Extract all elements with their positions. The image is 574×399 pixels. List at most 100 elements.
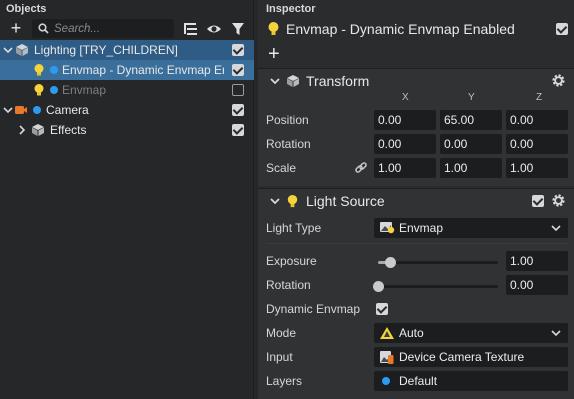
enable-checkbox[interactable] <box>232 104 244 116</box>
tree-row-envmap-dynamic[interactable]: Envmap - Dynamic Envmap Ena <box>0 60 254 80</box>
enable-checkbox[interactable] <box>232 64 244 76</box>
light-source-header[interactable]: Light Source <box>258 188 574 212</box>
status-dot <box>33 106 41 114</box>
tree-row-camera[interactable]: Camera <box>0 100 254 120</box>
expand-arrow-icon[interactable] <box>3 45 13 55</box>
visibility-eye-icon[interactable] <box>206 21 222 37</box>
layers-value: Default <box>399 374 438 388</box>
position-label: Position <box>266 113 309 127</box>
axis-x-label: X <box>402 92 409 103</box>
enable-checkbox[interactable] <box>232 44 244 56</box>
device-camera-texture-icon <box>380 351 394 364</box>
position-y-field[interactable]: 65.00 <box>440 110 502 130</box>
tree-row-envmap[interactable]: Envmap <box>0 80 254 100</box>
layers-row: Layers Default <box>258 369 574 393</box>
chevron-down-icon <box>551 330 561 337</box>
chevron-down-icon[interactable] <box>270 77 280 85</box>
objects-toolbar: + <box>0 18 254 40</box>
layers-field[interactable]: Default <box>374 371 568 391</box>
tree-row-lighting[interactable]: Lighting [TRY_CHILDREN] <box>0 40 254 60</box>
mode-row: Mode Auto <box>258 321 574 345</box>
chevron-down-icon[interactable] <box>270 197 280 205</box>
transform-cube-icon <box>287 75 299 87</box>
position-row: Position 0.00 65.00 0.00 <box>258 108 574 132</box>
chevron-down-icon <box>551 225 561 232</box>
rotation-x-field[interactable]: 0.00 <box>374 134 436 154</box>
filter-funnel-icon[interactable] <box>230 21 246 37</box>
light-type-value: Envmap <box>399 221 444 235</box>
add-component-button[interactable]: + <box>268 44 280 64</box>
objects-panel-title: Objects <box>6 3 47 15</box>
exposure-label: Exposure <box>266 254 317 268</box>
search-icon <box>38 23 49 34</box>
tree-row-label: Envmap <box>62 83 107 97</box>
tree-row-label: Camera <box>46 103 89 117</box>
rotation-light-field[interactable]: 0.00 <box>506 275 568 295</box>
gear-icon[interactable] <box>551 193 566 208</box>
envmap-icon <box>380 222 395 234</box>
input-label: Input <box>266 350 293 364</box>
dynamic-envmap-row: Dynamic Envmap <box>258 297 574 321</box>
position-x-field[interactable]: 0.00 <box>374 110 436 130</box>
transform-header[interactable]: Transform <box>258 68 574 92</box>
tree-row-label: Effects <box>50 123 87 137</box>
object-search-box[interactable] <box>32 19 174 38</box>
rotation-row: Rotation 0.00 0.00 0.00 <box>258 132 574 156</box>
input-row: Input Device Camera Texture <box>258 345 574 369</box>
rotation-slider-knob[interactable] <box>373 281 384 292</box>
enable-checkbox[interactable] <box>232 84 244 96</box>
auto-mode-icon <box>380 327 394 339</box>
mode-dropdown[interactable]: Auto <box>374 323 568 343</box>
light-source-section: Light Source Light Type Envmap Exposure … <box>258 188 574 399</box>
light-source-title: Light Source <box>306 193 385 209</box>
enable-checkbox[interactable] <box>232 124 244 136</box>
dynamic-envmap-checkbox[interactable] <box>376 303 388 315</box>
axis-header: X Y Z <box>258 92 574 106</box>
input-texture-field[interactable]: Device Camera Texture <box>374 347 568 367</box>
rotation-y-field[interactable]: 0.00 <box>440 134 502 154</box>
expand-arrow-icon[interactable] <box>3 105 13 115</box>
exposure-field[interactable]: 1.00 <box>506 251 568 271</box>
scale-label: Scale <box>266 161 297 175</box>
inspector-panel: Inspector Envmap - Dynamic Envmap Enable… <box>258 0 574 399</box>
mode-value: Auto <box>399 326 424 340</box>
rotation-light-label: Rotation <box>266 278 311 292</box>
scale-z-field[interactable]: 1.00 <box>506 158 568 178</box>
light-type-row: Light Type Envmap <box>258 216 574 240</box>
light-bulb-icon <box>34 84 44 96</box>
layer-color-dot <box>382 377 390 385</box>
object-name[interactable]: Envmap - Dynamic Envmap Enabled <box>286 21 515 37</box>
exposure-row: Exposure 1.00 <box>258 249 574 273</box>
status-dot <box>50 86 58 94</box>
tree-row-effects[interactable]: Effects <box>0 120 254 140</box>
add-object-button[interactable]: + <box>8 19 24 37</box>
rotation-label: Rotation <box>266 137 311 151</box>
light-type-dropdown[interactable]: Envmap <box>374 218 568 238</box>
object-enable-checkbox[interactable] <box>556 23 568 35</box>
inspector-header: Inspector Envmap - Dynamic Envmap Enable… <box>258 0 574 66</box>
divider <box>266 243 568 244</box>
input-value: Device Camera Texture <box>399 350 525 364</box>
object-tree: Lighting [TRY_CHILDREN] Envmap - Dynamic… <box>0 40 254 140</box>
light-source-enable-checkbox[interactable] <box>532 195 544 207</box>
light-type-label: Light Type <box>266 221 322 235</box>
link-chain-icon[interactable] <box>354 161 368 175</box>
collapse-arrow-icon[interactable] <box>17 125 27 135</box>
status-dot <box>50 66 58 74</box>
scale-y-field[interactable]: 1.00 <box>440 158 502 178</box>
position-z-field[interactable]: 0.00 <box>506 110 568 130</box>
layers-label: Layers <box>266 374 303 388</box>
transform-section: Transform X Y Z Position 0.00 65.00 0.00… <box>258 68 574 186</box>
exposure-slider-knob[interactable] <box>385 257 396 268</box>
gear-icon[interactable] <box>551 73 566 88</box>
scale-x-field[interactable]: 1.00 <box>374 158 436 178</box>
camera-icon <box>15 106 27 114</box>
light-bulb-icon <box>34 64 44 76</box>
rotation-z-field[interactable]: 0.00 <box>506 134 568 154</box>
scale-row: Scale 1.00 1.00 1.00 <box>258 156 574 180</box>
search-input[interactable] <box>54 21 170 36</box>
mode-label: Mode <box>266 326 297 340</box>
rotation-slider[interactable] <box>373 281 498 292</box>
exposure-slider[interactable] <box>378 257 498 268</box>
hierarchy-list-icon[interactable] <box>183 21 199 37</box>
